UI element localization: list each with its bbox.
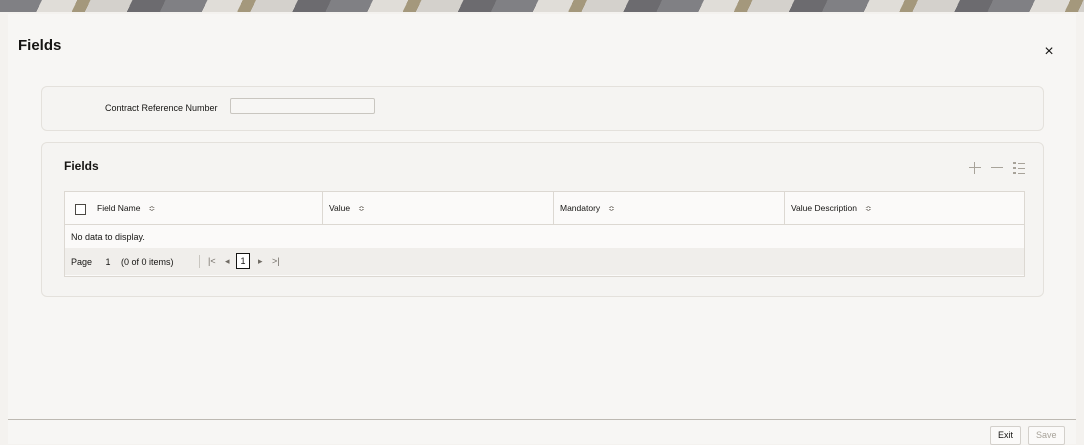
exit-button[interactable]: Exit	[990, 426, 1022, 445]
fields-table: Field Name ≎ Value ≎ Mandatory ≎ Value Desc…	[64, 191, 1025, 277]
column-header-value-description[interactable]: Value Description ≎	[791, 192, 872, 224]
previous-page-icon[interactable]: ◂	[225, 256, 230, 267]
next-page-icon[interactable]: ▸	[258, 256, 263, 267]
column-divider[interactable]	[784, 192, 785, 224]
column-divider[interactable]	[322, 192, 323, 224]
dialog-title: Fields	[18, 37, 62, 54]
list-view-icon[interactable]	[1012, 161, 1026, 175]
sort-icon[interactable]: ≎	[608, 204, 615, 213]
pager-divider	[199, 255, 200, 268]
column-header-value[interactable]: Value ≎	[329, 192, 365, 224]
top-banner-strip	[0, 0, 1084, 12]
current-page-button[interactable]: 1	[236, 253, 250, 269]
column-header-field-name[interactable]: Field Name ≎	[97, 192, 155, 224]
contract-ref-label: Contract Reference Number	[105, 103, 218, 113]
table-header: Field Name ≎ Value ≎ Mandatory ≎ Value Desc…	[65, 192, 1024, 225]
save-button[interactable]: Save	[1028, 426, 1065, 445]
add-row-icon[interactable]	[968, 161, 982, 175]
sort-icon[interactable]: ≎	[358, 204, 365, 213]
first-page-icon[interactable]: |<	[208, 256, 216, 266]
fields-panel: Fields Field Name≎ Value≎ Mandatory≎	[41, 142, 1044, 297]
pagination-bar: Page 1 (0 of 0 items) |< ◂ 1 ▸ >|	[65, 248, 1024, 275]
footer-divider	[8, 419, 1076, 420]
fields-section-title: Fields	[64, 159, 99, 173]
remove-row-icon[interactable]	[990, 161, 1004, 175]
page-label: Page	[71, 257, 93, 267]
empty-table-message: No data to display.	[71, 232, 145, 242]
sort-icon[interactable]: ≎	[865, 204, 872, 213]
table-toolbar	[968, 161, 1026, 175]
sort-icon[interactable]: ≎	[148, 204, 155, 213]
header-panel: Contract Reference Number	[41, 86, 1044, 131]
close-icon[interactable]: ×	[1042, 44, 1056, 60]
item-count: (0 of 0 items)	[121, 257, 174, 267]
column-divider[interactable]	[553, 192, 554, 224]
last-page-icon[interactable]: >|	[272, 256, 280, 266]
contract-ref-input[interactable]	[230, 98, 375, 114]
column-header-mandatory[interactable]: Mandatory ≎	[560, 192, 615, 224]
select-all-checkbox[interactable]	[75, 204, 86, 215]
page-number-input[interactable]: 1	[99, 254, 117, 270]
